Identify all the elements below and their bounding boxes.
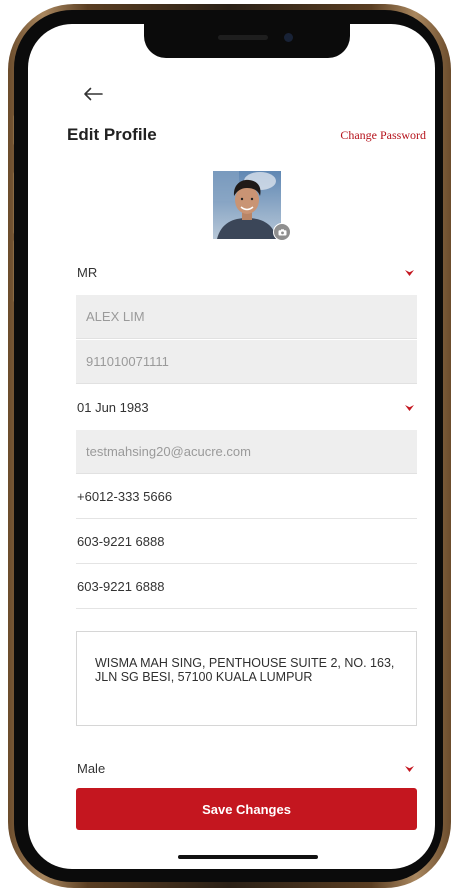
avatar[interactable]	[213, 171, 281, 239]
home-phone-field[interactable]: 603-9221 6888	[76, 520, 417, 564]
back-button[interactable]	[80, 82, 106, 106]
email-value: testmahsing20@acucre.com	[86, 444, 251, 459]
name-value: ALEX LIM	[86, 309, 145, 324]
speaker	[218, 35, 268, 40]
home-indicator	[178, 855, 318, 859]
address-textarea[interactable]: WISMA MAH SING, PENTHOUSE SUITE 2, NO. 1…	[76, 631, 417, 726]
ic-number-value: 911010071111	[86, 354, 169, 369]
office-phone-value: 603-9221 6888	[77, 579, 165, 594]
date-of-birth-select[interactable]: 01 Jun 1983	[67, 385, 426, 429]
save-changes-button[interactable]: Save Changes	[76, 788, 417, 830]
page-title: Edit Profile	[67, 125, 157, 144]
chevron-down-icon	[405, 766, 414, 772]
email-field: testmahsing20@acucre.com	[76, 430, 417, 474]
mobile-field[interactable]: +6012-333 5666	[76, 475, 417, 519]
home-phone-value: 603-9221 6888	[77, 534, 165, 549]
ic-number-field: 911010071111	[76, 340, 417, 384]
gender-select[interactable]: Male	[67, 746, 426, 790]
date-of-birth-value: 01 Jun 1983	[77, 399, 149, 415]
avatar-photo	[213, 171, 281, 239]
notch	[144, 24, 350, 58]
arrow-left-icon	[84, 87, 103, 101]
mobile-value: +6012-333 5666	[77, 489, 173, 504]
change-password-link[interactable]: Change Password	[340, 128, 426, 143]
chevron-down-icon	[405, 405, 414, 411]
front-camera	[284, 33, 293, 42]
address-value: WISMA MAH SING, PENTHOUSE SUITE 2, NO. 1…	[95, 656, 395, 684]
change-photo-button[interactable]	[273, 223, 291, 241]
salutation-select[interactable]: MR	[67, 250, 426, 294]
chevron-down-icon	[405, 270, 414, 276]
name-field: ALEX LIM	[76, 295, 417, 339]
gender-value: Male	[77, 760, 106, 776]
office-phone-field[interactable]: 603-9221 6888	[76, 565, 417, 609]
camera-icon	[278, 228, 286, 235]
salutation-value: MR	[77, 264, 98, 280]
